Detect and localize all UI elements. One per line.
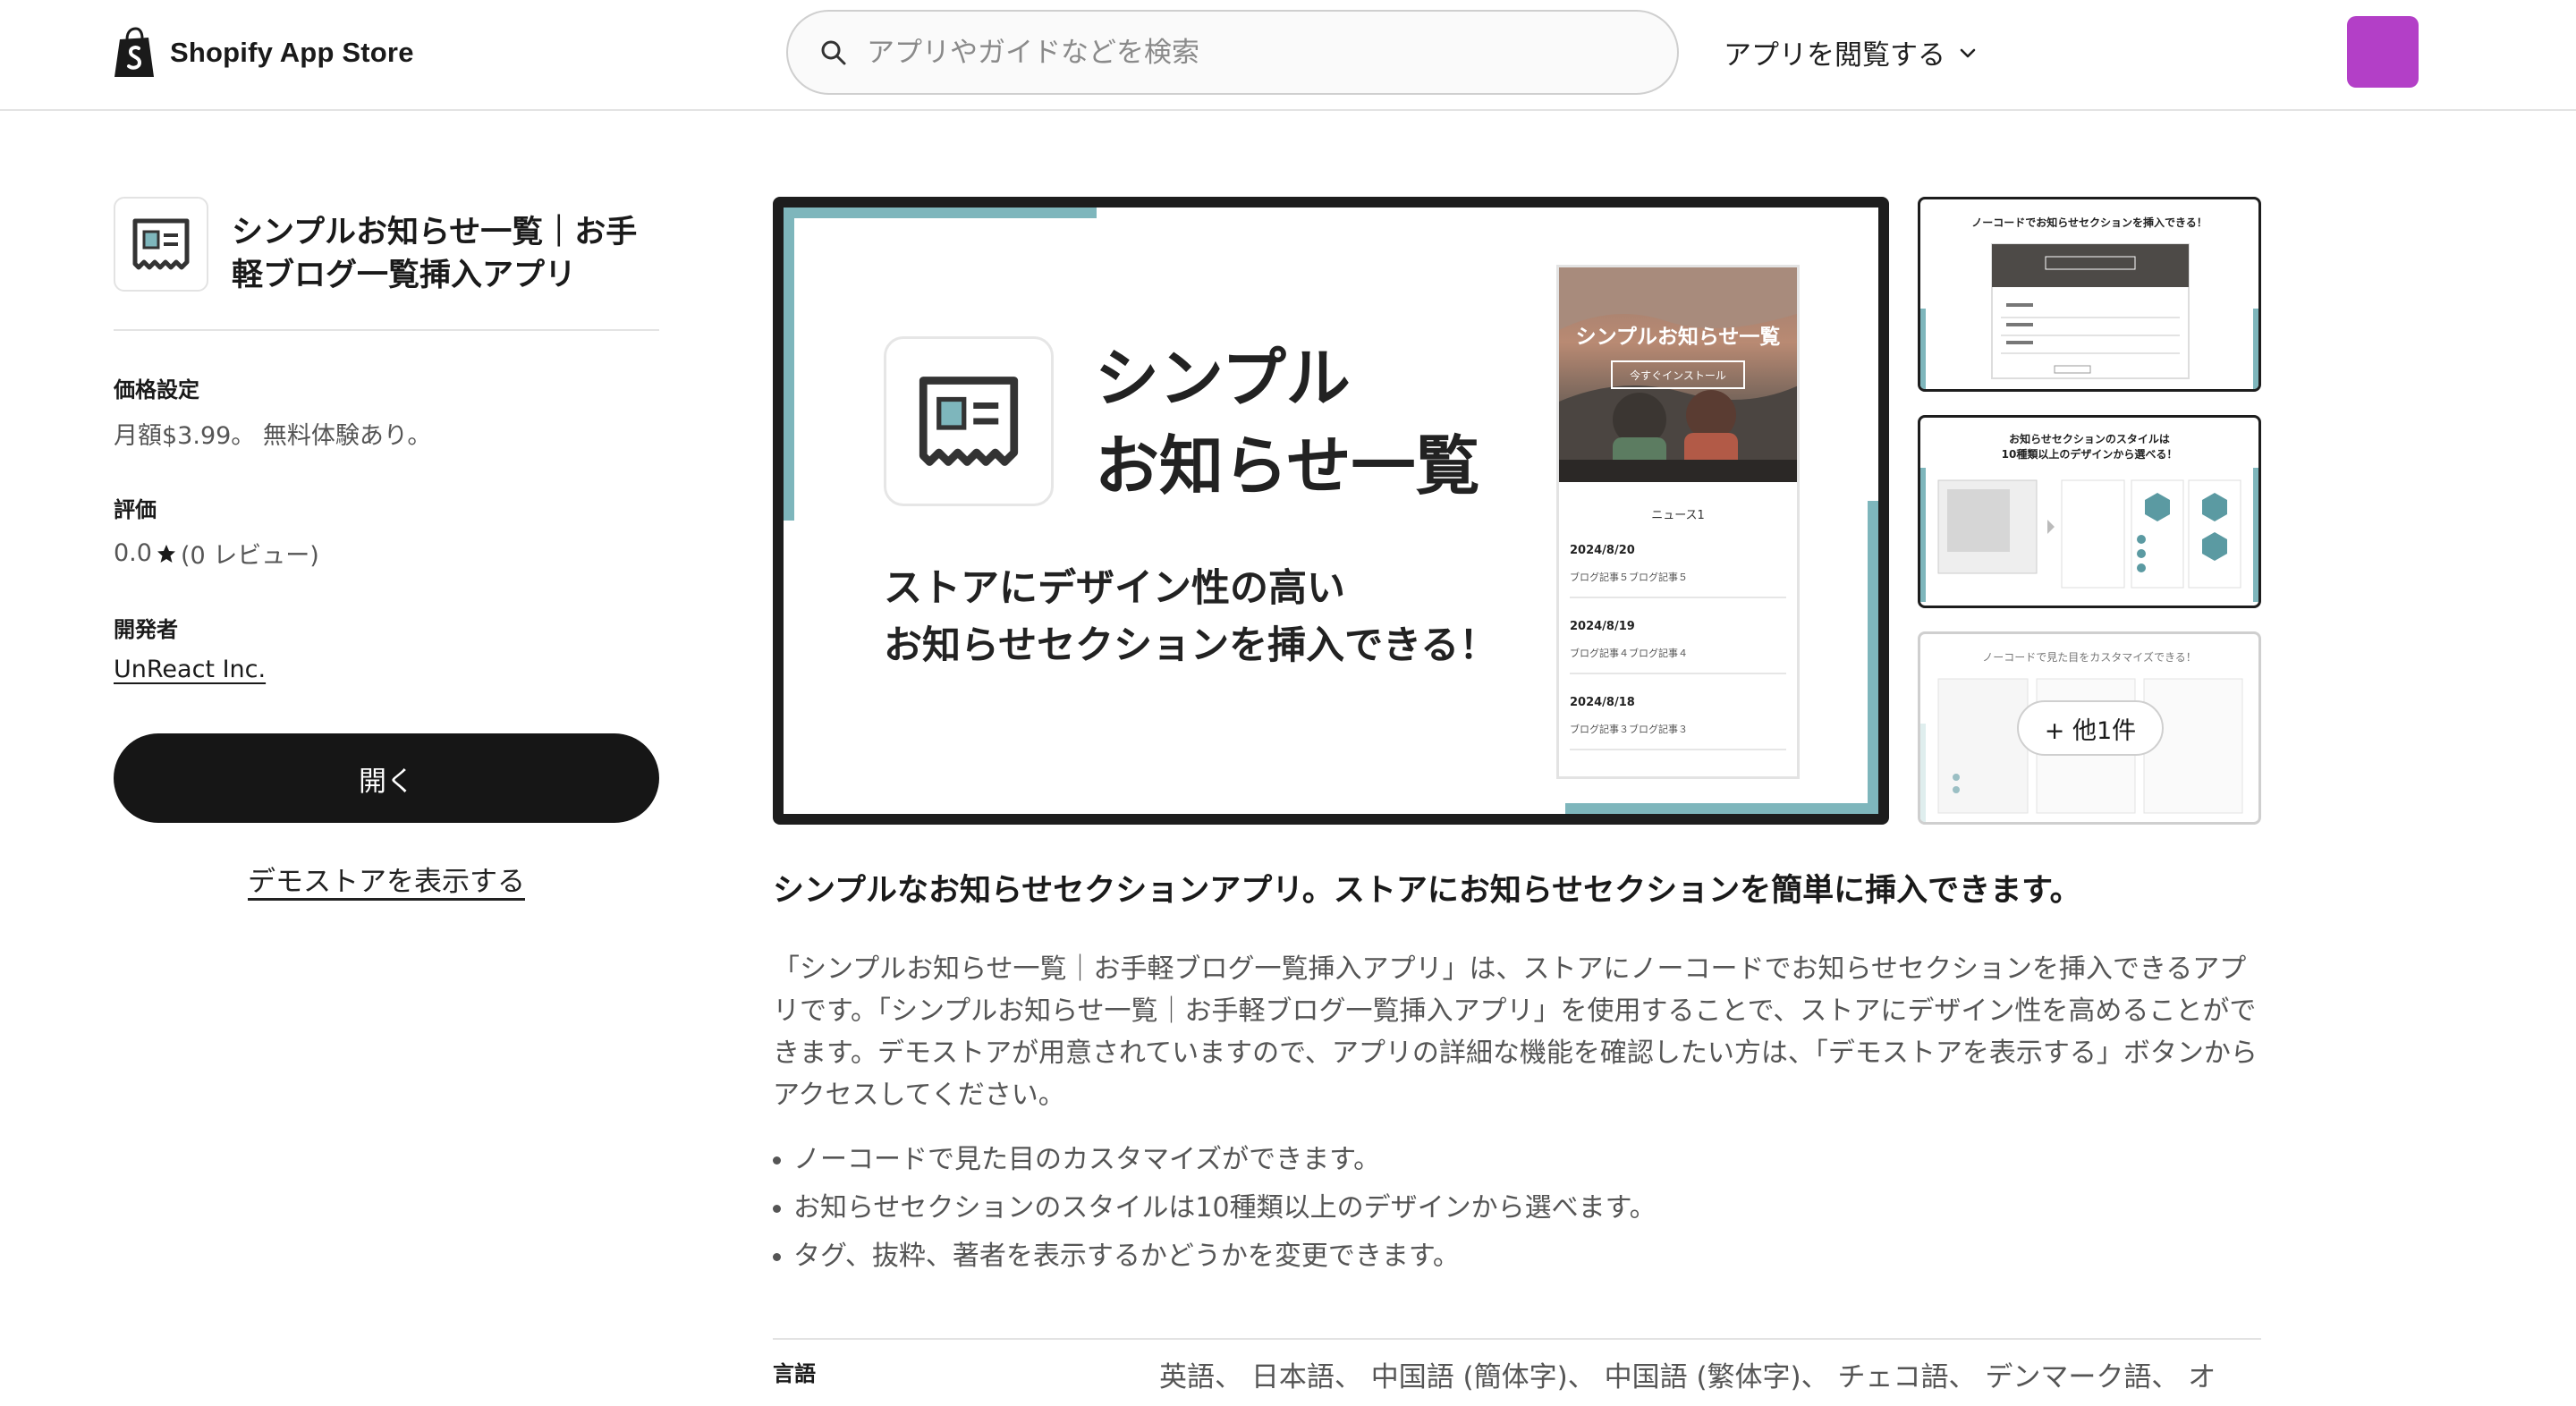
user-avatar[interactable]	[2347, 16, 2419, 88]
phone-news-text: ブログ記事３ブログ記事３	[1570, 724, 1688, 735]
feature-item: ノーコードで見た目のカスタマイズができます。	[773, 1136, 2261, 1184]
phone-news-item: 2024/8/18 ブログ記事３ブログ記事３	[1570, 674, 1786, 750]
thumbnail-caption-line2: 10種類以上のデザインから選べる！	[2001, 448, 2178, 461]
browse-apps-label: アプリを閲覧する	[1724, 39, 1945, 72]
developer-link[interactable]: UnReact Inc.	[114, 656, 266, 683]
rating-value: 0.0	[114, 539, 152, 567]
accent-bar-bottom	[1565, 803, 1878, 814]
thumbnail-preview-graphic	[1920, 468, 2258, 602]
phone-news-heading: ニュース1	[1651, 509, 1705, 522]
feature-text: ノーコードで見た目のカスタマイズができます。	[793, 1144, 1381, 1175]
promo-app-icon	[884, 336, 1054, 506]
search-bar[interactable]	[786, 10, 1679, 95]
feature-text: タグ、抜粋、著者を表示するかどうかを変更できます。	[793, 1241, 1460, 1272]
phone-news-date: 2024/8/18	[1570, 696, 1635, 709]
news-paper-icon	[919, 377, 1019, 466]
main-screenshot-canvas: シンプル お知らせ一覧 ストアにデザイン性の高い お知らせセクションを挿入できる…	[784, 208, 1878, 814]
promo-subtitle: ストアにデザイン性の高い お知らせセクションを挿入できる！	[884, 560, 1497, 674]
feature-item: タグ、抜粋、著者を表示するかどうかを変更できます。	[773, 1232, 2261, 1281]
feature-item: お知らせセクションのスタイルは10種類以上のデザインから選べます。	[773, 1184, 2261, 1232]
languages-row: 言語 英語、 日本語、 中国語 (簡体字)、 中国語 (繁体字)、 チェコ語、 …	[773, 1338, 2261, 1399]
thumbnail-caption-line1: お知らせセクションのスタイルは	[2009, 433, 2170, 445]
news-paper-icon	[132, 218, 190, 270]
promo-subtitle-line1: ストアにデザイン性の高い	[884, 566, 1345, 611]
promo-title: シンプル お知らせ一覧	[1095, 335, 1480, 510]
search-icon	[821, 40, 846, 64]
rating-row: 0.0 (0 レビュー)	[114, 536, 659, 571]
phone-news-item: 2024/8/19 ブログ記事４ブログ記事４	[1570, 598, 1786, 674]
promo-title-line2: お知らせ一覧	[1095, 428, 1480, 504]
developer-label: 開発者	[114, 617, 178, 642]
app-icon	[114, 197, 208, 292]
bullet-icon	[773, 1252, 781, 1261]
rating-label: 評価	[114, 497, 157, 522]
pricing-section: 価格設定 月額$3.99。 無料体験あり。	[114, 372, 659, 451]
main-screenshot[interactable]: シンプル お知らせ一覧 ストアにデザイン性の高い お知らせセクションを挿入できる…	[773, 197, 1889, 825]
gallery-thumbnail-1[interactable]: ノーコードでお知らせセクションを挿入できる！	[1918, 197, 2261, 392]
description-headline: シンプルなお知らせセクションアプリ。ストアにお知らせセクションを簡単に挿入できま…	[773, 873, 2081, 909]
promo-title-line1: シンプル	[1095, 341, 1351, 416]
rating-section: 評価 0.0 (0 レビュー)	[114, 492, 659, 571]
accent-bar-left	[784, 208, 794, 521]
description-body: 「シンプルお知らせ一覧｜お手軽ブログ一覧挿入アプリ」は、ストアにノーコードでお知…	[773, 953, 2258, 1111]
gallery-thumbnail-2[interactable]: お知らせセクションのスタイルは 10種類以上のデザインから選べる！	[1918, 415, 2261, 608]
phone-news-text: ブログ記事５ブログ記事５	[1570, 572, 1688, 583]
app-header: シンプルお知らせ一覧｜お手軽ブログ一覧挿入アプリ	[114, 197, 659, 331]
phone-preview: シンプルお知らせ一覧 今すぐインストール ニュース1 2024/8/20 ブログ…	[1556, 265, 1800, 779]
languages-value: 英語、 日本語、 中国語 (簡体字)、 中国語 (繁体字)、 チェコ語、 デンマ…	[1159, 1361, 2216, 1393]
shopify-bag-icon	[114, 27, 154, 77]
open-app-button[interactable]: 開く	[114, 733, 659, 823]
bullet-icon	[773, 1204, 781, 1213]
review-count-link[interactable]: (0 レビュー)	[181, 536, 319, 571]
thumbnail-caption: お知らせセクションのスタイルは 10種類以上のデザインから選べる！	[1920, 432, 2258, 462]
pricing-value: 月額$3.99。 無料体験あり。	[114, 422, 432, 450]
gallery-thumbnail-3[interactable]: ノーコードで見た目をカスタマイズできる！ + 他1件	[1918, 631, 2261, 825]
browse-apps-menu[interactable]: アプリを閲覧する	[1724, 32, 1978, 72]
phone-install-button: 今すぐインストール	[1611, 360, 1745, 389]
feature-text: お知らせセクションのスタイルは10種類以上のデザインから選べます。	[793, 1192, 1657, 1224]
top-navigation-bar: Shopify App Store アプリを閲覧する	[0, 0, 2576, 111]
promo-subtitle-line2: お知らせセクションを挿入できる！	[884, 623, 1498, 668]
brand-name: Shopify App Store	[170, 37, 414, 68]
bullet-icon	[773, 1156, 781, 1165]
accent-bar-right	[1868, 501, 1878, 814]
thumbnail-caption: ノーコードで見た目をカスタマイズできる！	[1982, 651, 2197, 664]
more-screenshots-button[interactable]: + 他1件	[2017, 700, 2164, 756]
phone-hero-image: シンプルお知らせ一覧 今すぐインストール	[1559, 267, 1797, 482]
app-title: シンプルお知らせ一覧｜お手軽ブログ一覧挿入アプリ	[232, 215, 638, 293]
demo-store-link[interactable]: デモストアを表示する	[114, 859, 659, 899]
search-input[interactable]	[867, 36, 1672, 69]
app-details-sidebar: シンプルお知らせ一覧｜お手軽ブログ一覧挿入アプリ 価格設定 月額$3.99。 無…	[114, 197, 659, 899]
developer-section: 開発者 UnReact Inc.	[114, 612, 659, 683]
app-description: シンプルなお知らせセクションアプリ。ストアにお知らせセクションを簡単に挿入できま…	[773, 866, 2261, 1281]
phone-news-date: 2024/8/19	[1570, 620, 1635, 633]
phone-news-date: 2024/8/20	[1570, 544, 1635, 557]
languages-label: 言語	[773, 1361, 816, 1386]
shopify-app-store-logo[interactable]: Shopify App Store	[113, 27, 414, 79]
phone-hero-title: シンプルお知らせ一覧	[1575, 326, 1781, 349]
accent-bar-top	[784, 208, 1097, 218]
pricing-label: 価格設定	[114, 377, 199, 402]
phone-news-item: 2024/8/20 ブログ記事５ブログ記事５	[1570, 522, 1786, 598]
phone-news-text: ブログ記事４ブログ記事４	[1570, 648, 1688, 659]
chevron-down-icon	[1960, 48, 1976, 57]
star-icon	[157, 544, 175, 563]
feature-list: ノーコードで見た目のカスタマイズができます。 お知らせセクションのスタイルは10…	[773, 1136, 2261, 1281]
thumbnail-preview-graphic	[1920, 243, 2258, 389]
